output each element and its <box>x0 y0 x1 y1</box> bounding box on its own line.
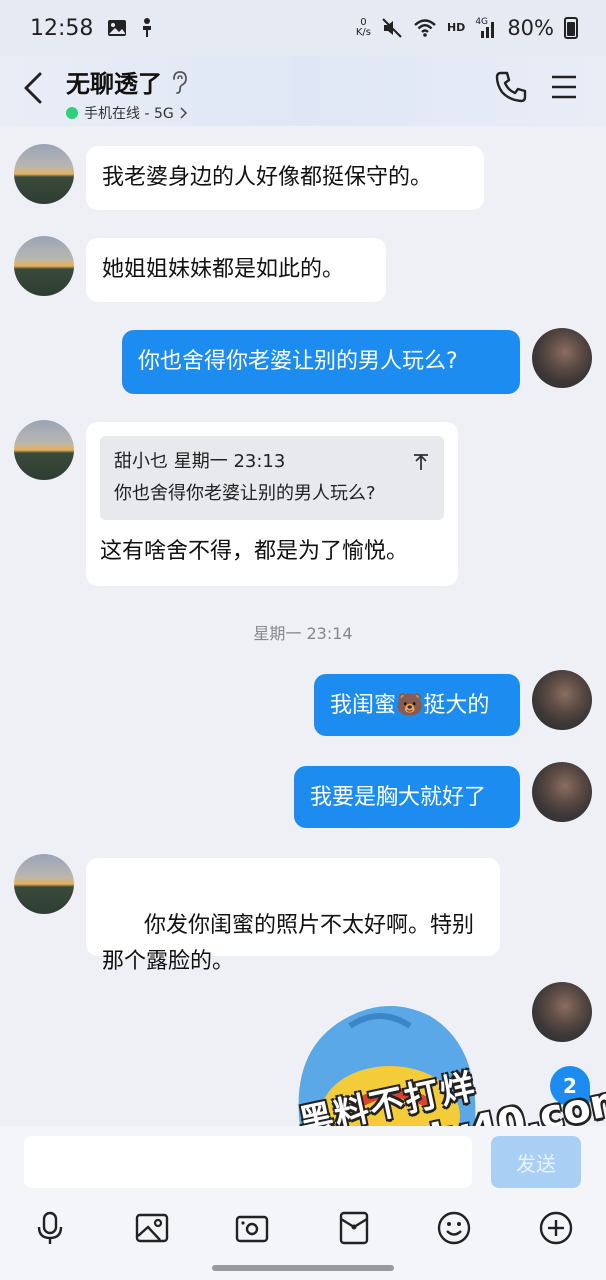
ear-mode-icon[interactable] <box>170 70 188 94</box>
message-bubble[interactable]: 我要是胸大就好了 <box>294 766 520 828</box>
message-text: 我闺蜜🐻挺大的 <box>330 693 490 718</box>
camera-icon[interactable] <box>234 1210 270 1246</box>
signal-bars-icon <box>481 22 495 38</box>
accessibility-notification-icon <box>143 18 152 37</box>
chevron-right-icon <box>180 107 187 119</box>
red-packet-icon[interactable] <box>336 1210 372 1246</box>
my-avatar[interactable] <box>532 762 592 822</box>
online-status-text: 手机在线 - 5G <box>84 106 174 122</box>
quote-author: 甜小乜 <box>114 451 168 472</box>
image-icon[interactable] <box>134 1210 170 1246</box>
chat-area[interactable]: 我老婆身边的人好像都挺保守的。 她姐姐妹妹都是如此的。 你也舍得你老婆让别的男人… <box>0 126 606 1126</box>
phone-call-icon[interactable] <box>494 70 528 104</box>
contact-avatar[interactable] <box>14 236 74 296</box>
cell-signal: 4G <box>475 17 497 39</box>
hd-label: HD <box>446 21 466 34</box>
online-dot-icon <box>66 107 78 119</box>
input-bar: 发送 <box>0 1126 606 1280</box>
quoted-message[interactable]: 甜小乜 星期一 23:13 你也舍得你老婆让别的男人玩么? <box>100 436 444 520</box>
message-text: 你发你闺蜜的照片不太好啊。特别那个露脸的。 <box>102 913 474 974</box>
send-button[interactable]: 发送 <box>491 1136 581 1188</box>
plus-icon[interactable] <box>538 1210 574 1246</box>
message-text: 我老婆身边的人好像都挺保守的。 <box>102 165 433 190</box>
status-time: 12:58 <box>30 15 94 41</box>
contact-avatar[interactable] <box>14 144 74 204</box>
home-indicator[interactable] <box>212 1265 394 1271</box>
menu-icon[interactable] <box>548 72 580 102</box>
time-divider: 星期一 23:14 <box>253 624 353 643</box>
quote-text: 你也舍得你老婆让别的男人玩么? <box>114 483 376 504</box>
quote-time: 星期一 23:13 <box>173 451 286 472</box>
battery-percent: 80% <box>507 16 554 40</box>
microphone-icon[interactable] <box>32 1210 68 1246</box>
message-text: 这有啥舍不得，都是为了愉悦。 <box>100 539 409 564</box>
emoji-icon[interactable] <box>436 1210 472 1246</box>
message-text: 我要是胸大就好了 <box>310 785 487 810</box>
gallery-notification-icon <box>108 20 127 36</box>
message-text: 你也舍得你老婆让别的男人玩么? <box>138 349 458 374</box>
wifi-icon <box>414 19 436 37</box>
message-text: 她姐姐妹妹都是如此的。 <box>102 257 345 282</box>
message-bubble[interactable]: 你也舍得你老婆让别的男人玩么? <box>122 330 520 394</box>
online-status[interactable]: 手机在线 - 5G <box>66 103 188 123</box>
message-bubble[interactable]: 你发你闺蜜的照片不太好啊。特别那个露脸的。 <box>86 858 500 974</box>
net-speed-unit: K/s <box>355 27 371 38</box>
title-area[interactable]: 无聊透了 手机在线 - 5G <box>66 64 188 123</box>
my-avatar[interactable] <box>532 982 592 1042</box>
message-bubble[interactable]: 我闺蜜🐻挺大的 <box>314 674 520 736</box>
battery-icon <box>564 17 578 39</box>
jump-to-original-icon[interactable] <box>412 453 430 471</box>
net-speed: 0 K/s <box>356 18 371 38</box>
message-bubble[interactable]: 甜小乜 星期一 23:13 你也舍得你老婆让别的男人玩么? 这有啥舍不得，都是为… <box>86 422 458 586</box>
message-input[interactable] <box>24 1136 472 1188</box>
my-avatar[interactable] <box>532 328 592 388</box>
message-bubble[interactable]: 她姐姐妹妹都是如此的。 <box>86 238 386 302</box>
my-avatar[interactable] <box>532 670 592 730</box>
contact-avatar[interactable] <box>14 420 74 480</box>
mute-icon <box>382 18 402 38</box>
status-bar: 12:58 0 K/s HD 4G 80% <box>0 0 606 56</box>
chat-header: 无聊透了 手机在线 - 5G <box>0 56 606 126</box>
chat-title: 无聊透了 <box>66 70 162 98</box>
contact-avatar[interactable] <box>14 854 74 914</box>
back-icon[interactable] <box>18 68 50 108</box>
message-bubble[interactable]: 我老婆身边的人好像都挺保守的。 <box>86 146 484 210</box>
